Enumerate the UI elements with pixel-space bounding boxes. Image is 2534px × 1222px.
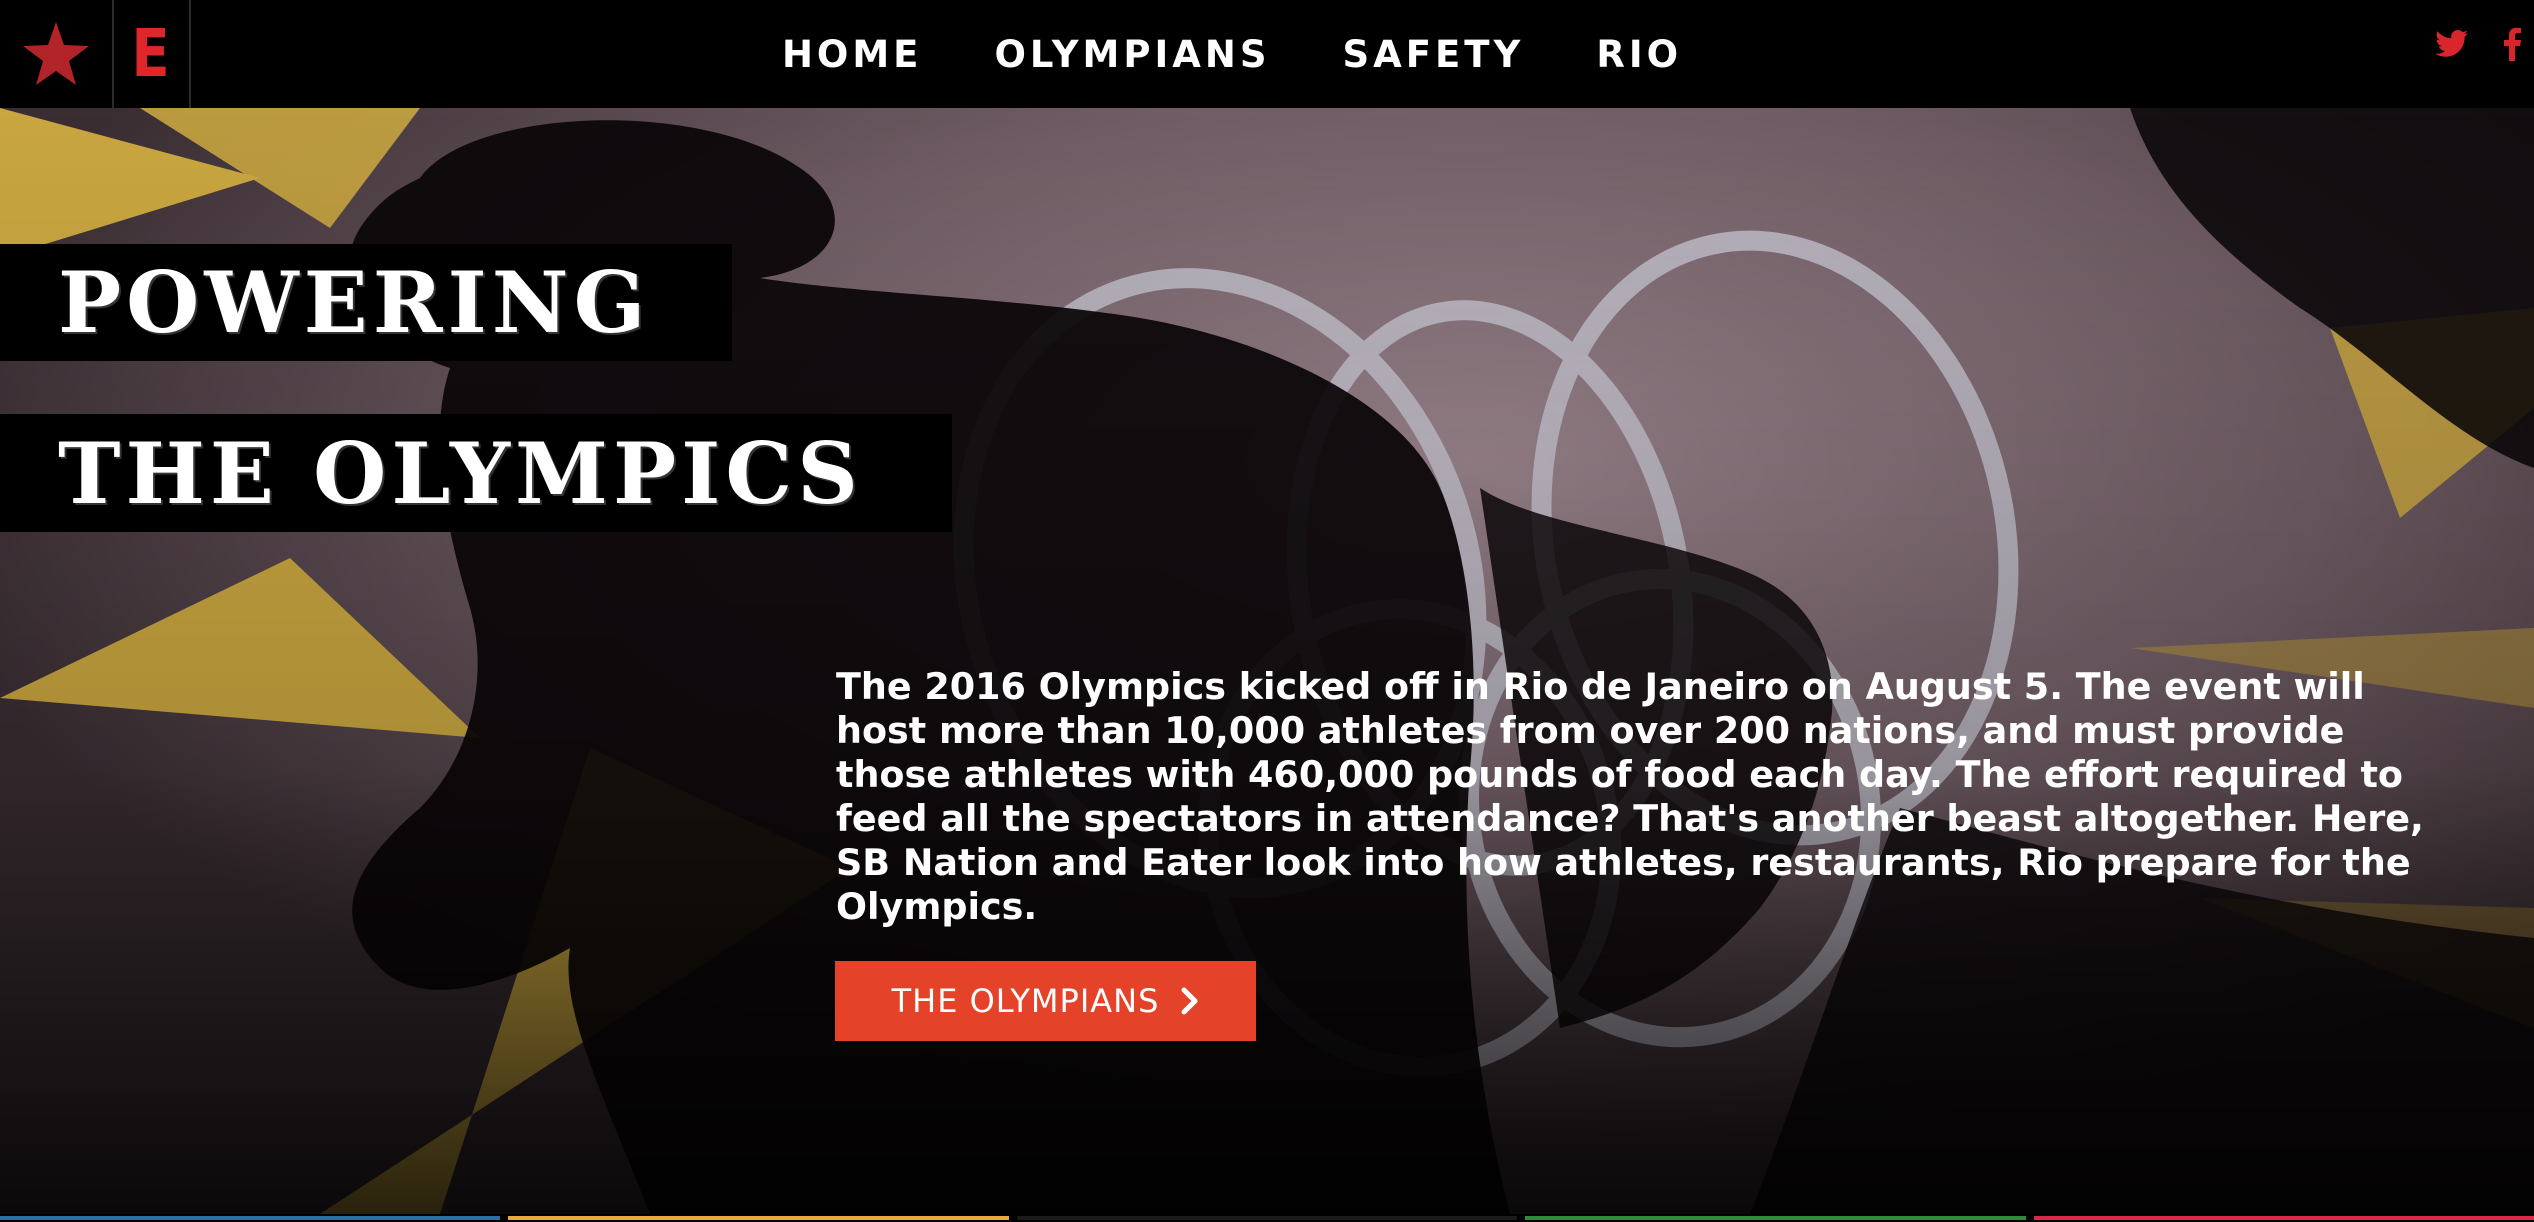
- the-olympians-button[interactable]: THE OLYMPIANS: [835, 961, 1256, 1041]
- chevron-right-icon: [1181, 987, 1198, 1015]
- headline-line-2-bar: THE OLYMPICS: [0, 414, 952, 532]
- nav-item-home[interactable]: HOME: [782, 33, 923, 76]
- nav-item-olympians[interactable]: OLYMPIANS: [994, 33, 1270, 76]
- main-nav: HOME OLYMPIANS SAFETY RIO: [0, 0, 2534, 108]
- headline-line-2: THE OLYMPICS: [58, 423, 863, 523]
- stripe-segment-black: [1016, 1216, 1518, 1220]
- stripe-segment-yellow: [508, 1216, 1009, 1220]
- stripe-segment-green: [1525, 1216, 2026, 1220]
- top-navigation-bar: E HOME OLYMPIANS SAFETY RIO: [0, 0, 2534, 108]
- headline-line-1-bar: POWERING: [0, 244, 732, 361]
- hero-section: POWERING THE OLYMPICS The 2016 Olympics …: [0, 108, 2534, 1214]
- nav-item-safety[interactable]: SAFETY: [1342, 33, 1524, 76]
- facebook-link[interactable]: [2492, 22, 2532, 66]
- facebook-icon: [2504, 27, 2521, 61]
- nav-item-rio[interactable]: RIO: [1596, 33, 1682, 76]
- twitter-link[interactable]: [2432, 22, 2472, 66]
- intro-paragraph: The 2016 Olympics kicked off in Rio de J…: [836, 665, 2424, 928]
- stripe-segment-blue: [0, 1216, 501, 1220]
- twitter-icon: [2435, 30, 2468, 57]
- stripe-segment-red: [2033, 1216, 2534, 1220]
- olympic-color-stripe: [0, 1214, 2534, 1222]
- headline-line-1: POWERING: [58, 253, 651, 352]
- cta-label: THE OLYMPIANS: [891, 982, 1160, 1020]
